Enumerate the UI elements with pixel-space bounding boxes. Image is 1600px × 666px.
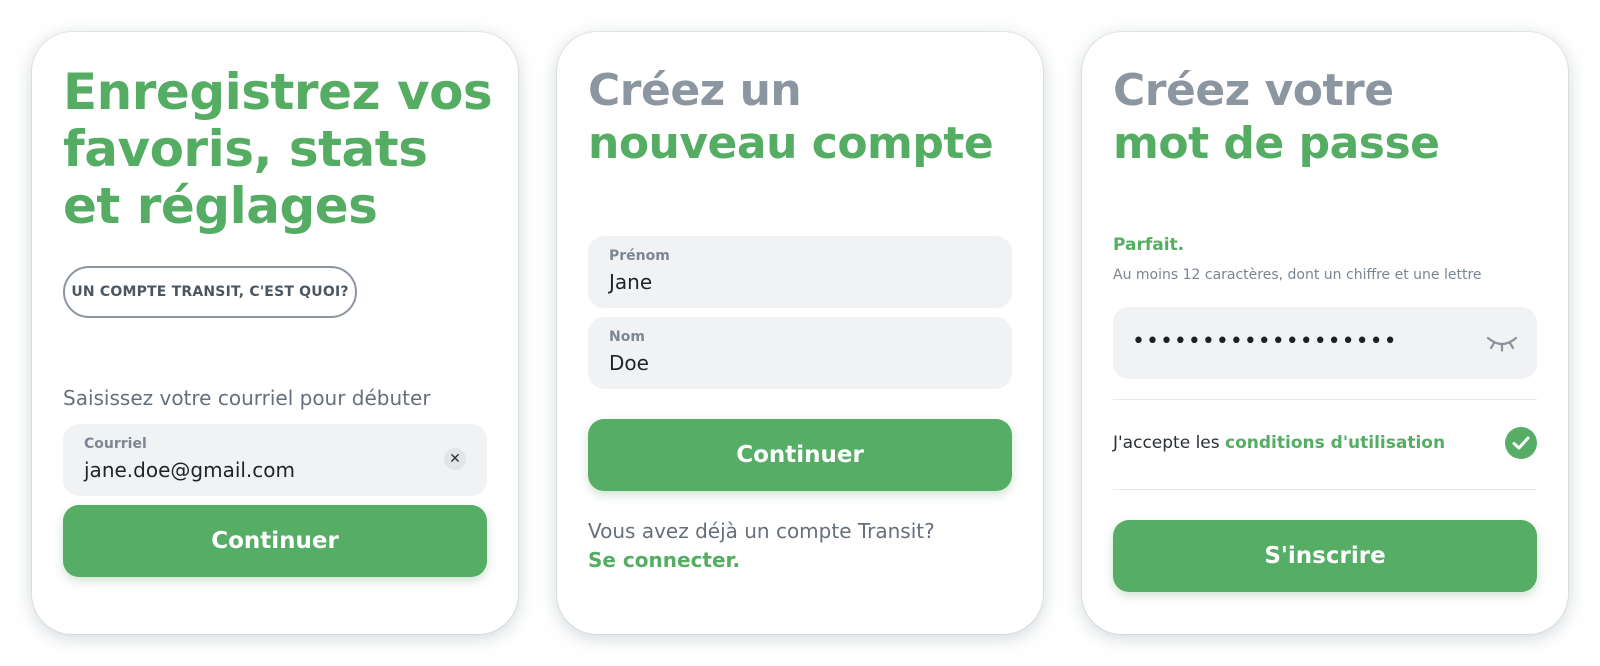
password-mask[interactable]: ••••••••••••••••••• [1132,329,1398,354]
checkmark-icon[interactable] [1505,427,1537,459]
divider [1113,399,1537,400]
first-name-field[interactable]: Prénom Jane [588,236,1012,308]
first-name-label: Prénom [609,248,670,264]
last-name-label: Nom [609,329,645,345]
divider [1113,489,1537,490]
password-card-title-line1: Créez votre [1113,65,1394,116]
signup-button[interactable]: S'inscrire [1113,520,1537,592]
terms-link[interactable]: conditions d'utilisation [1225,433,1445,453]
password-strength-status: Parfait. [1113,235,1185,255]
terms-prefix: J'accepte les [1113,433,1226,453]
password-hint: Au moins 12 caractères, dont un chiffre … [1113,267,1482,283]
last-name-field[interactable]: Nom Doe [588,317,1012,389]
email-field-label: Courriel [84,436,147,452]
name-continue-button[interactable]: Continuer [588,419,1012,491]
close-icon[interactable]: ✕ [444,448,466,470]
last-name-value[interactable]: Doe [609,351,649,375]
first-name-value[interactable]: Jane [609,270,652,294]
login-link[interactable]: Se connecter. [588,548,740,572]
email-signup-card: Enregistrez vos favoris, stats et réglag… [32,32,518,634]
password-signup-card: Créez votre mot de passe Parfait. Au moi… [1082,32,1568,634]
email-prompt-text: Saisissez votre courriel pour débuter [63,386,431,410]
name-signup-card: Créez un nouveau compte Prénom Jane Nom … [557,32,1043,634]
what-is-transit-account-button[interactable]: UN COMPTE TRANSIT, C'EST QUOI? [63,266,357,318]
name-card-title: Créez un nouveau compte [588,64,1023,170]
password-field[interactable]: ••••••••••••••••••• [1113,307,1537,379]
eye-closed-icon[interactable] [1485,331,1519,353]
name-card-title-line1: Créez un [588,65,802,116]
name-card-title-line2: nouveau compte [588,118,994,169]
existing-account-text: Vous avez déjà un compte Transit? [588,519,935,543]
email-card-title: Enregistrez vos favoris, stats et réglag… [63,63,493,235]
email-field-value[interactable]: jane.doe@gmail.com [84,458,295,482]
terms-agreement: J'accepte les conditions d'utilisation [1113,433,1445,453]
email-field[interactable]: Courriel jane.doe@gmail.com ✕ [63,424,487,496]
email-continue-button[interactable]: Continuer [63,505,487,577]
password-card-title: Créez votre mot de passe [1113,64,1548,170]
password-card-title-line2: mot de passe [1113,118,1440,169]
